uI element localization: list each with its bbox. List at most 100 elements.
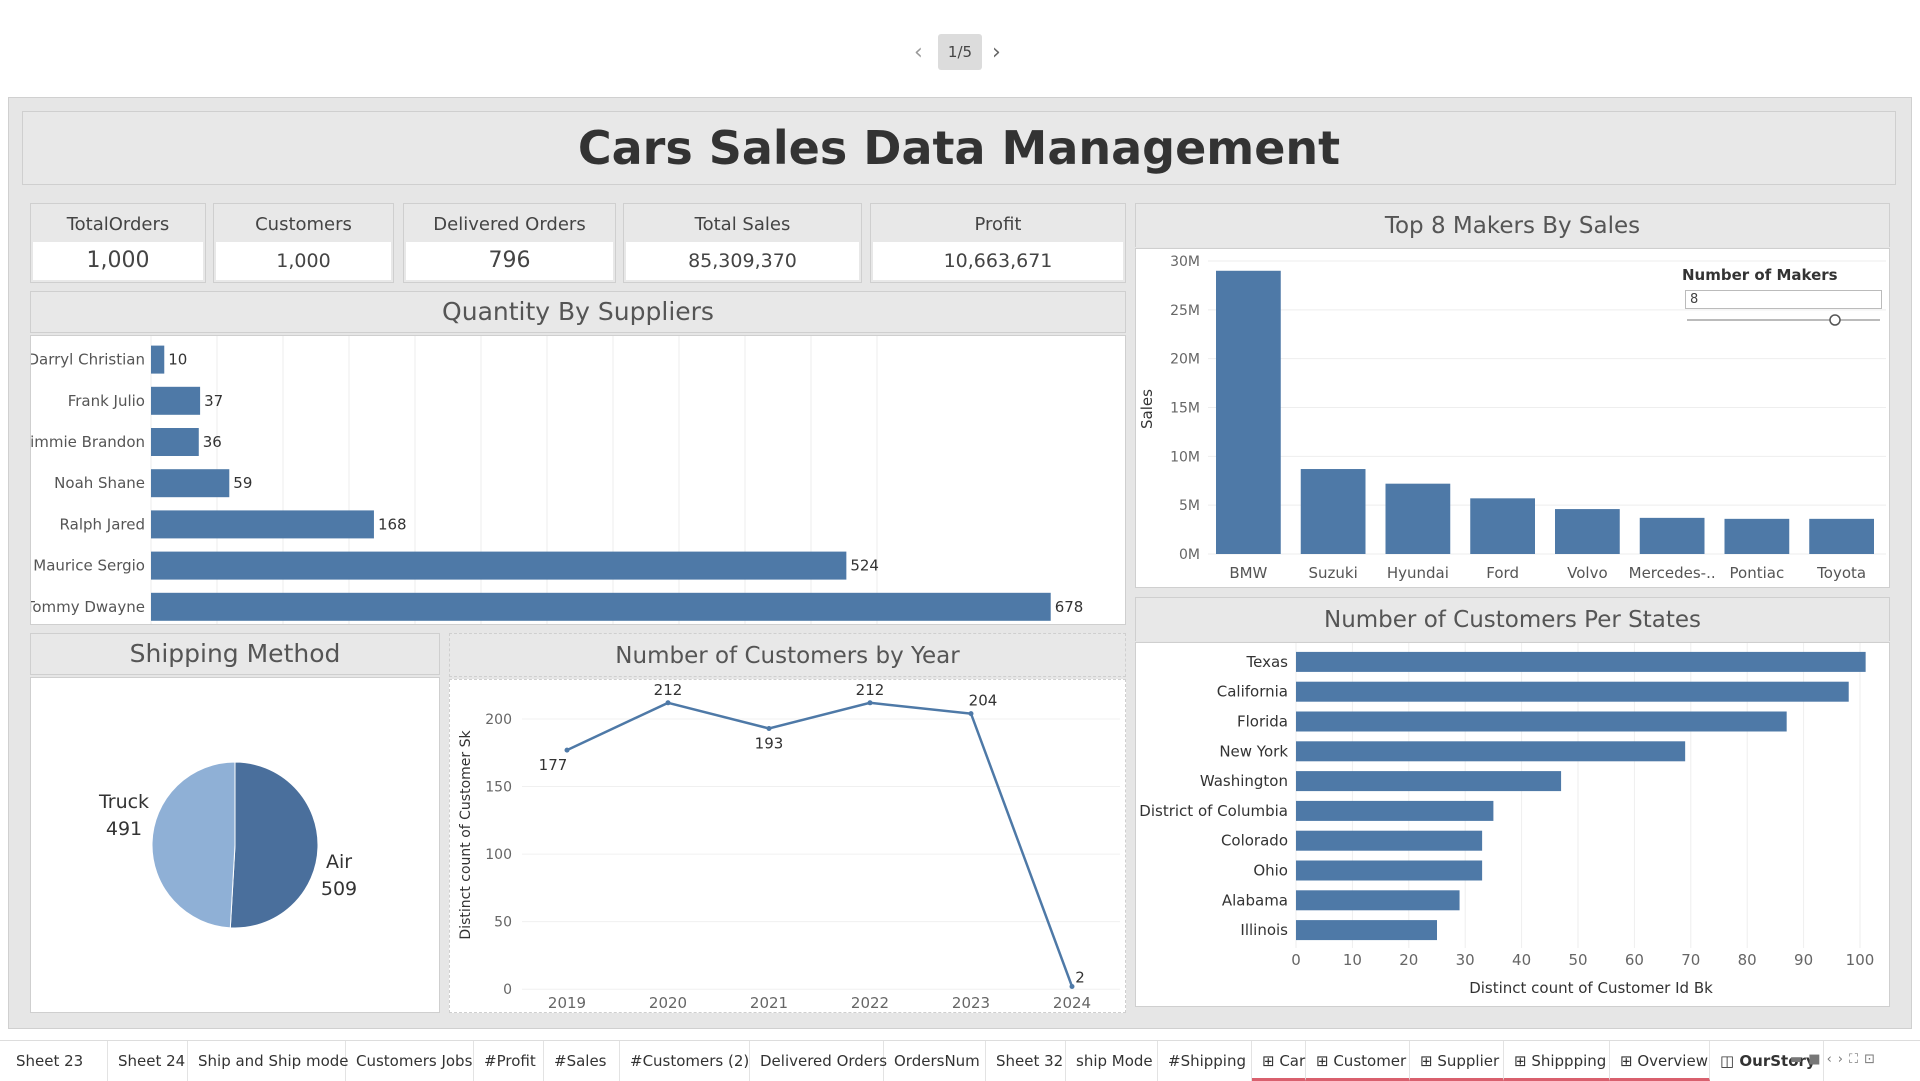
y-tick-label: 50 (494, 915, 512, 931)
maker-bar (1809, 518, 1874, 554)
tab-customers-jobs[interactable]: Customers Jobs (346, 1041, 474, 1081)
state-label: Texas (1246, 653, 1289, 671)
tab-customers-2[interactable]: #Customers (2) (620, 1041, 750, 1081)
data-point (766, 725, 772, 731)
supplier-label: Ralph Jared (60, 515, 145, 533)
tab-shipping[interactable]: #Shipping (1158, 1041, 1252, 1081)
chevron-left-icon[interactable]: ‹ (914, 40, 923, 65)
kpi-value: 796 (406, 242, 613, 280)
x-tick-label: 10 (1343, 951, 1362, 969)
state-label: Washington (1200, 772, 1288, 790)
x-tick-label: 2024 (1053, 994, 1091, 1012)
maker-label: Volvo (1567, 564, 1608, 582)
tab-ship-and-ship-mode[interactable]: Ship and Ship mode (188, 1041, 349, 1081)
data-label: 177 (539, 756, 568, 774)
kpi-delivered-orders: Delivered Orders 796 (403, 203, 616, 283)
tab-sheet-23[interactable]: Sheet 23 (6, 1041, 108, 1081)
supplier-bar (151, 428, 199, 456)
maker-label: Suzuki (1308, 564, 1357, 582)
maker-label: Pontiac (1730, 564, 1785, 582)
state-bar (1296, 920, 1437, 941)
kpi-total-sales: Total Sales 85,309,370 (623, 203, 862, 283)
x-tick-label: 60 (1625, 951, 1644, 969)
state-bar (1296, 711, 1787, 732)
data-label: 193 (755, 734, 784, 752)
tab-customer[interactable]: ⊞ Customer (1306, 1041, 1410, 1081)
y-tick-label: 30M (1170, 254, 1200, 270)
y-tick-label: 15M (1170, 401, 1200, 417)
x-tick-label: 100 (1846, 951, 1875, 969)
states-chart-title: Number of Customers Per States (1135, 597, 1890, 641)
x-tick-label: 2020 (649, 994, 687, 1012)
maker-label: Toyota (1816, 564, 1866, 582)
chevron-right-icon[interactable]: › (992, 40, 1001, 65)
tab-shippping[interactable]: ⊞ Shippping (1504, 1041, 1610, 1081)
state-label: Ohio (1253, 862, 1288, 880)
x-tick-label: 80 (1738, 951, 1757, 969)
states-x-axis-title: Distinct count of Customer Id Bk (1469, 979, 1713, 997)
makers-chart-title: Top 8 Makers By Sales (1135, 203, 1890, 247)
makers-filter-input[interactable]: 8 (1685, 290, 1882, 309)
maker-bar (1300, 469, 1366, 554)
tab-sheet-32[interactable]: Sheet 32 (986, 1041, 1066, 1081)
state-label: Illinois (1240, 921, 1288, 939)
year-chart-title: Number of Customers by Year (449, 633, 1126, 677)
tab-profit[interactable]: #Profit (474, 1041, 544, 1081)
data-label: 212 (654, 681, 683, 699)
state-bar (1296, 890, 1460, 911)
kpi-value: 1,000 (33, 242, 203, 280)
state-bar (1296, 771, 1562, 792)
pie-slice (151, 761, 236, 929)
state-label: Colorado (1221, 832, 1288, 850)
x-tick-label: 20 (1399, 951, 1418, 969)
tab-overview[interactable]: ⊞ Overview (1610, 1041, 1710, 1081)
maker-bar (1470, 498, 1535, 554)
kpi-total-orders: TotalOrders 1,000 (30, 203, 206, 283)
supplier-label: Tommy Dwayne (31, 598, 145, 616)
tab-ship-mode[interactable]: ship Mode (1066, 1041, 1158, 1081)
x-tick-label: 2022 (851, 994, 889, 1012)
tab-car[interactable]: ⊞ Car (1252, 1041, 1306, 1081)
state-bar (1296, 830, 1483, 851)
data-label: 36 (203, 433, 222, 451)
tab-sheet-24[interactable]: Sheet 24 (108, 1041, 188, 1081)
tab-sales[interactable]: #Sales (544, 1041, 620, 1081)
data-point (564, 747, 570, 753)
pie-label: Air (326, 851, 352, 873)
makers-filter-slider[interactable] (1685, 312, 1882, 328)
maker-label: BMW (1229, 564, 1267, 582)
y-tick-label: 0 (503, 982, 512, 998)
maker-bar (1639, 517, 1705, 554)
data-label: 204 (969, 692, 998, 710)
data-label: 2 (1075, 968, 1085, 986)
customers-year-line-chart: Distinct count of Customer Sk 0 50 100 150 20… (458, 681, 1120, 1012)
series-line (566, 701, 1074, 987)
tab-supplier[interactable]: ⊞ Supplier (1410, 1041, 1504, 1081)
tab-delivered-orders[interactable]: Delivered Orders (750, 1041, 887, 1081)
states-chart-panel: 0 10 20 30 40 50 60 70 80 90 100 Distinct count of … (1135, 642, 1890, 1007)
pie-value: 509 (321, 878, 357, 900)
pie-slice (229, 761, 319, 929)
state-bar (1296, 800, 1494, 821)
maker-label: Mercedes-.. (1629, 564, 1716, 582)
state-bar (1296, 651, 1866, 672)
year-y-axis-title: Distinct count of Customer Sk (458, 730, 474, 940)
y-tick-label: 100 (485, 847, 512, 863)
supplier-label: Maurice Sergio (33, 557, 145, 575)
supplier-bar (151, 469, 230, 498)
kpi-profit: Profit 10,663,671 (870, 203, 1126, 283)
x-tick-label: 2019 (548, 994, 586, 1012)
makers-y-axis-title: Sales (1138, 389, 1156, 429)
data-label: 678 (1055, 598, 1084, 616)
tab-ordersnum[interactable]: OrdersNum (884, 1041, 986, 1081)
maker-bar (1216, 270, 1281, 554)
states-bar-chart: 0 10 20 30 40 50 60 70 80 90 100 Distinct count of … (1139, 643, 1875, 997)
sheet-tabs-bar: Sheet 23 Sheet 24 Ship and Ship mode Custom… (0, 1040, 1920, 1081)
story-page-indicator[interactable]: 1/5 (938, 34, 982, 70)
pie-label: Truck (98, 791, 149, 813)
tab-nav-controls[interactable]: ▬■‹›⛶⊡ (1790, 1052, 1881, 1067)
y-tick-label: 150 (485, 780, 512, 796)
data-point (867, 700, 873, 706)
maker-bar (1724, 518, 1790, 554)
supplier-bar (151, 345, 165, 374)
